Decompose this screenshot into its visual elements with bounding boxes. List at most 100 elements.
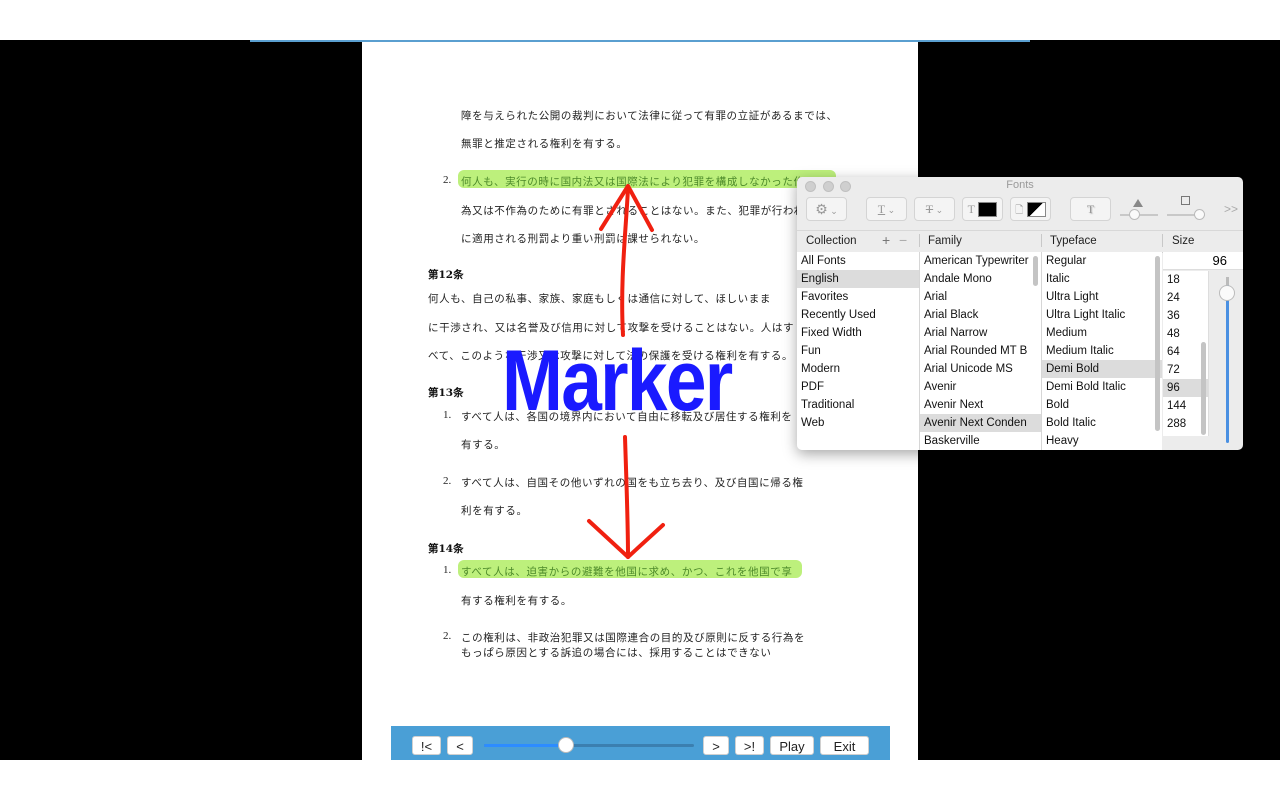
collection-item[interactable]: Recently Used [797,306,919,324]
size-item[interactable]: 48 [1163,325,1208,343]
doc-line-highlighted: すべて人は、迫害からの避難を他国に求め、かつ、これを他国で享 [461,566,793,578]
doc-line: に適用される刑罰より重い刑罰は課せられない。 [461,233,705,245]
family-column-header: Family [928,235,962,247]
doc-line: 無罪と推定される権利を有する。 [461,138,628,150]
size-item[interactable]: 18 [1163,271,1208,289]
typeface-item[interactable]: Demi Bold [1042,360,1162,378]
typeface-item[interactable]: Bold Italic [1042,414,1162,432]
family-item[interactable]: American Typewriter [920,252,1041,270]
family-item[interactable]: Avenir [920,378,1041,396]
collection-item[interactable]: Traditional [797,396,919,414]
text-color-button[interactable]: T [962,197,1003,221]
more-toolbar-button[interactable]: >> [1224,202,1238,216]
shadow-blur-slider[interactable] [1167,196,1205,220]
collection-item[interactable]: All Fonts [797,252,919,270]
shadow-opacity-slider[interactable] [1120,199,1158,221]
exit-button[interactable]: Exit [820,736,869,755]
doc-line: もっぱら原因とする訴追の場合には、採用することはできない [461,647,772,659]
family-item[interactable]: Arial Narrow [920,324,1041,342]
document-color-button[interactable]: 🗋 [1010,197,1051,221]
size-slider-track-top [1226,277,1229,285]
collection-item[interactable]: Modern [797,360,919,378]
family-item[interactable]: Arial Unicode MS [920,360,1041,378]
family-item[interactable]: Andale Mono [920,270,1041,288]
doc-line: 利を有する。 [461,505,528,517]
action-menu-button[interactable]: ⚙ ⌄ [806,197,847,221]
family-item[interactable]: Arial Black [920,306,1041,324]
text-color-swatch [978,202,998,218]
typeface-scrollbar[interactable] [1155,256,1160,431]
typeface-item[interactable]: Heavy [1042,432,1162,450]
chevron-down-icon: ⌄ [827,206,838,216]
family-scrollbar[interactable] [1033,256,1038,286]
doc-line: すべて人は、自国その他いずれの国をも立ち去り、及び自国に帰る権 [461,477,804,489]
column-separator [1162,234,1163,247]
collection-column-header: Collection [806,235,857,247]
size-slider[interactable] [1217,277,1237,447]
typeface-item[interactable]: Demi Bold Italic [1042,378,1162,396]
family-item[interactable]: Arial [920,288,1041,306]
slide-slider[interactable] [484,737,694,753]
typeface-item[interactable]: Regular [1042,252,1162,270]
family-item[interactable]: Avenir Next Conden [920,414,1041,432]
add-collection-button[interactable]: + [882,232,890,248]
size-input[interactable]: 96 [1163,252,1243,270]
typeface-item[interactable]: Italic [1042,270,1162,288]
doc-line: 何人も、自己の私事、家族、家庭もしくは通信に対して、ほしいまま [428,293,771,305]
family-item[interactable]: Arial Rounded MT B [920,342,1041,360]
size-item[interactable]: 24 [1163,289,1208,307]
square-icon [1181,196,1190,205]
collection-item[interactable]: PDF [797,378,919,396]
doc-line: この権利は、非政治犯罪又は国際連合の目的及び原則に反する行為を [461,632,806,644]
collection-item[interactable]: Web [797,414,919,432]
fonts-panel-title: Fonts [1006,179,1034,191]
item-number: 2. [443,630,452,642]
size-column-header: Size [1172,235,1195,247]
collection-item[interactable]: Fun [797,342,919,360]
slider-thumb[interactable] [557,737,574,753]
collection-list: All Fonts English Favorites Recently Used Fi… [797,252,920,450]
triangle-icon [1133,199,1143,207]
doc-line: 障を与えられた公開の裁判において法律に従って有罪の立証があるまでは、 [461,110,838,122]
remove-collection-button[interactable]: − [899,232,907,248]
article-heading: 第12条 [428,269,464,281]
typeface-item[interactable]: Ultra Light Italic [1042,306,1162,324]
size-item[interactable]: 36 [1163,307,1208,325]
doc-line: 有する。 [461,439,506,451]
slider-fill [484,744,566,747]
typeface-item[interactable]: Bold [1042,396,1162,414]
bottom-band [0,760,1280,800]
document-color-swatch [1026,202,1046,218]
play-button[interactable]: Play [770,736,814,755]
next-slide-button[interactable]: > [703,736,729,755]
strikethrough-menu-button[interactable]: T ⌄ [914,197,955,221]
doc-line-highlighted: 何人も、実行の時に国内法又は国際法により犯罪を構成しなかった作 [461,176,805,188]
collection-item[interactable]: English [797,270,919,288]
text-shadow-button[interactable]: T [1070,197,1111,221]
player-controls: !< < > >! Play Exit [391,726,890,760]
previous-slide-button[interactable]: < [447,736,473,755]
typeface-item[interactable]: Ultra Light [1042,288,1162,306]
collection-item[interactable]: Fixed Width [797,324,919,342]
typeface-item[interactable]: Medium [1042,324,1162,342]
typeface-item[interactable]: Medium Italic [1042,342,1162,360]
slider-thumb[interactable] [1194,209,1205,220]
last-slide-button[interactable]: >! [735,736,764,755]
family-item[interactable]: Baskerville [920,432,1041,450]
text-color-icon: T [967,202,975,216]
item-number: 2. [443,174,452,186]
item-number: 1. [443,409,452,421]
size-slider-thumb[interactable] [1219,285,1235,301]
slider-thumb[interactable] [1129,209,1140,220]
article-heading: 第14条 [428,543,464,555]
size-list-scrollbar[interactable] [1201,342,1206,435]
collection-item[interactable]: Favorites [797,288,919,306]
fonts-panel: Fonts ⚙ ⌄ T ⌄ T ⌄ T 🗋 T >> Collection + … [797,177,1243,450]
underline-menu-button[interactable]: T ⌄ [866,197,907,221]
first-slide-button[interactable]: !< [412,736,441,755]
family-item[interactable]: Avenir Next [920,396,1041,414]
column-separator [919,234,920,247]
item-number: 1. [443,564,452,576]
article-heading: 第13条 [428,387,464,399]
size-slider-track [1226,283,1229,443]
